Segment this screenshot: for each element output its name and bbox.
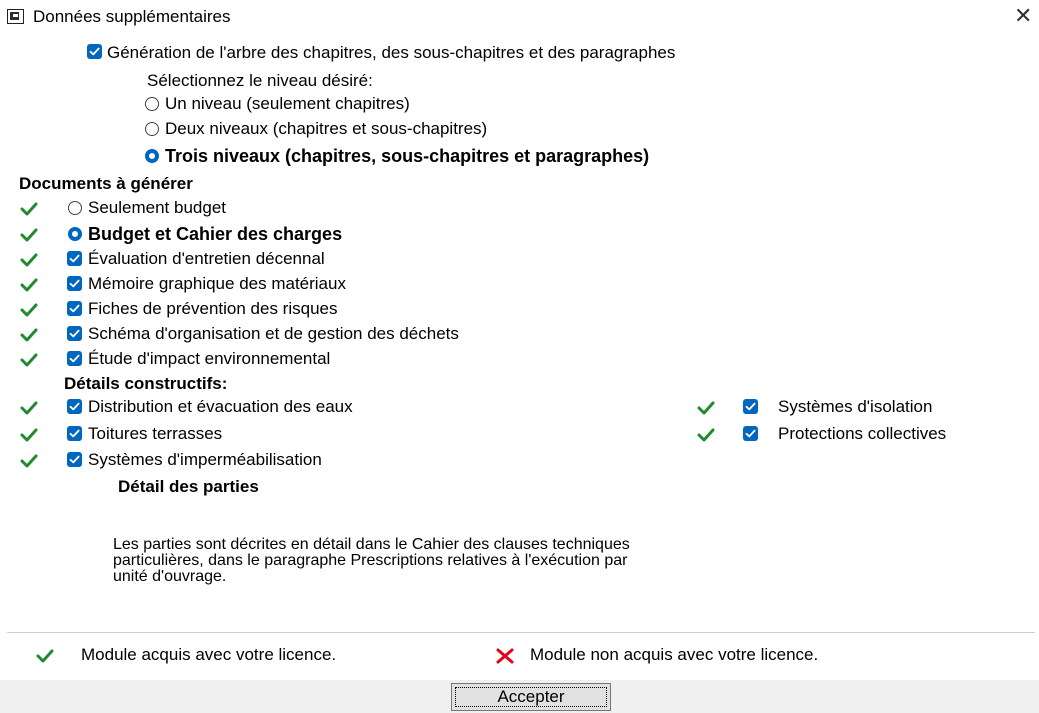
level-three-radio[interactable] — [145, 149, 159, 163]
check-mark-icon — [20, 202, 38, 216]
detail-checkbox[interactable] — [743, 399, 758, 414]
window-title: Données supplémentaires — [33, 7, 231, 26]
budget-specs-label[interactable]: Budget et Cahier des charges — [88, 224, 342, 245]
level-three-label[interactable]: Trois niveaux (chapitres, sous-chapitres… — [165, 146, 649, 167]
document-checkbox[interactable] — [67, 251, 82, 266]
check-mark-icon — [20, 228, 38, 242]
accept-button-label: Accepter — [455, 687, 607, 707]
detail-label[interactable]: Protections collectives — [778, 424, 946, 444]
level-two-radio[interactable] — [145, 122, 159, 136]
check-mark-icon — [697, 428, 715, 442]
check-mark-icon — [20, 278, 38, 292]
construction-details-heading: Détails constructifs: — [64, 374, 228, 393]
title-bar: Données supplémentaires ✕ — [0, 0, 1039, 36]
check-mark-icon — [20, 428, 38, 442]
accept-button[interactable]: Accepter — [451, 683, 611, 711]
document-label[interactable]: Schéma d'organisation et de gestion des … — [88, 324, 459, 344]
detail-checkbox[interactable] — [67, 452, 82, 467]
detail-checkbox[interactable] — [67, 399, 82, 414]
check-mark-icon — [20, 253, 38, 267]
select-level-label: Sélectionnez le niveau désiré: — [147, 71, 373, 90]
detail-checkbox[interactable] — [743, 426, 758, 441]
app-window-icon — [7, 9, 24, 24]
level-two-label[interactable]: Deux niveaux (chapitres et sous-chapitre… — [165, 119, 487, 139]
parts-description-line: Les parties sont décrites en détail dans… — [113, 536, 630, 553]
detail-label[interactable]: Systèmes d'imperméabilisation — [88, 450, 322, 470]
detail-label[interactable]: Toitures terrasses — [88, 424, 222, 444]
level-one-label[interactable]: Un niveau (seulement chapitres) — [165, 94, 410, 114]
document-checkbox[interactable] — [67, 326, 82, 341]
document-label[interactable]: Fiches de prévention des risques — [88, 299, 337, 319]
generate-tree-label[interactable]: Génération de l'arbre des chapitres, des… — [107, 43, 675, 63]
cross-icon — [496, 648, 514, 664]
check-mark-icon — [20, 401, 38, 415]
close-icon[interactable]: ✕ — [1014, 3, 1032, 29]
documents-heading: Documents à générer — [19, 174, 193, 193]
check-mark-icon — [697, 401, 715, 415]
detail-checkbox[interactable] — [67, 426, 82, 441]
check-mark-icon — [20, 303, 38, 317]
detail-label[interactable]: Systèmes d'isolation — [778, 397, 932, 417]
only-budget-radio[interactable] — [68, 201, 82, 215]
parts-heading: Détail des parties — [118, 477, 259, 496]
only-budget-label[interactable]: Seulement budget — [88, 198, 226, 218]
legend-not-acquired-label: Module non acquis avec votre licence. — [530, 645, 819, 664]
document-label[interactable]: Étude d'impact environnemental — [88, 349, 330, 369]
level-one-radio[interactable] — [145, 97, 159, 111]
parts-description-line: unité d'ouvrage. — [113, 568, 227, 585]
legend-acquired-label: Module acquis avec votre licence. — [81, 645, 337, 664]
document-label[interactable]: Mémoire graphique des matériaux — [88, 274, 346, 294]
document-checkbox[interactable] — [67, 301, 82, 316]
parts-description-line: particulières, dans le paragraphe Prescr… — [113, 552, 628, 569]
document-label[interactable]: Évaluation d'entretien décennal — [88, 249, 325, 269]
check-mark-icon — [36, 649, 54, 663]
check-mark-icon — [20, 454, 38, 468]
document-checkbox[interactable] — [67, 276, 82, 291]
budget-specs-radio[interactable] — [68, 227, 82, 241]
detail-label[interactable]: Distribution et évacuation des eaux — [88, 397, 353, 417]
check-mark-icon — [20, 328, 38, 342]
check-mark-icon — [20, 353, 38, 367]
document-checkbox[interactable] — [67, 351, 82, 366]
generate-tree-checkbox[interactable] — [87, 44, 102, 59]
footer-separator — [7, 632, 1035, 633]
